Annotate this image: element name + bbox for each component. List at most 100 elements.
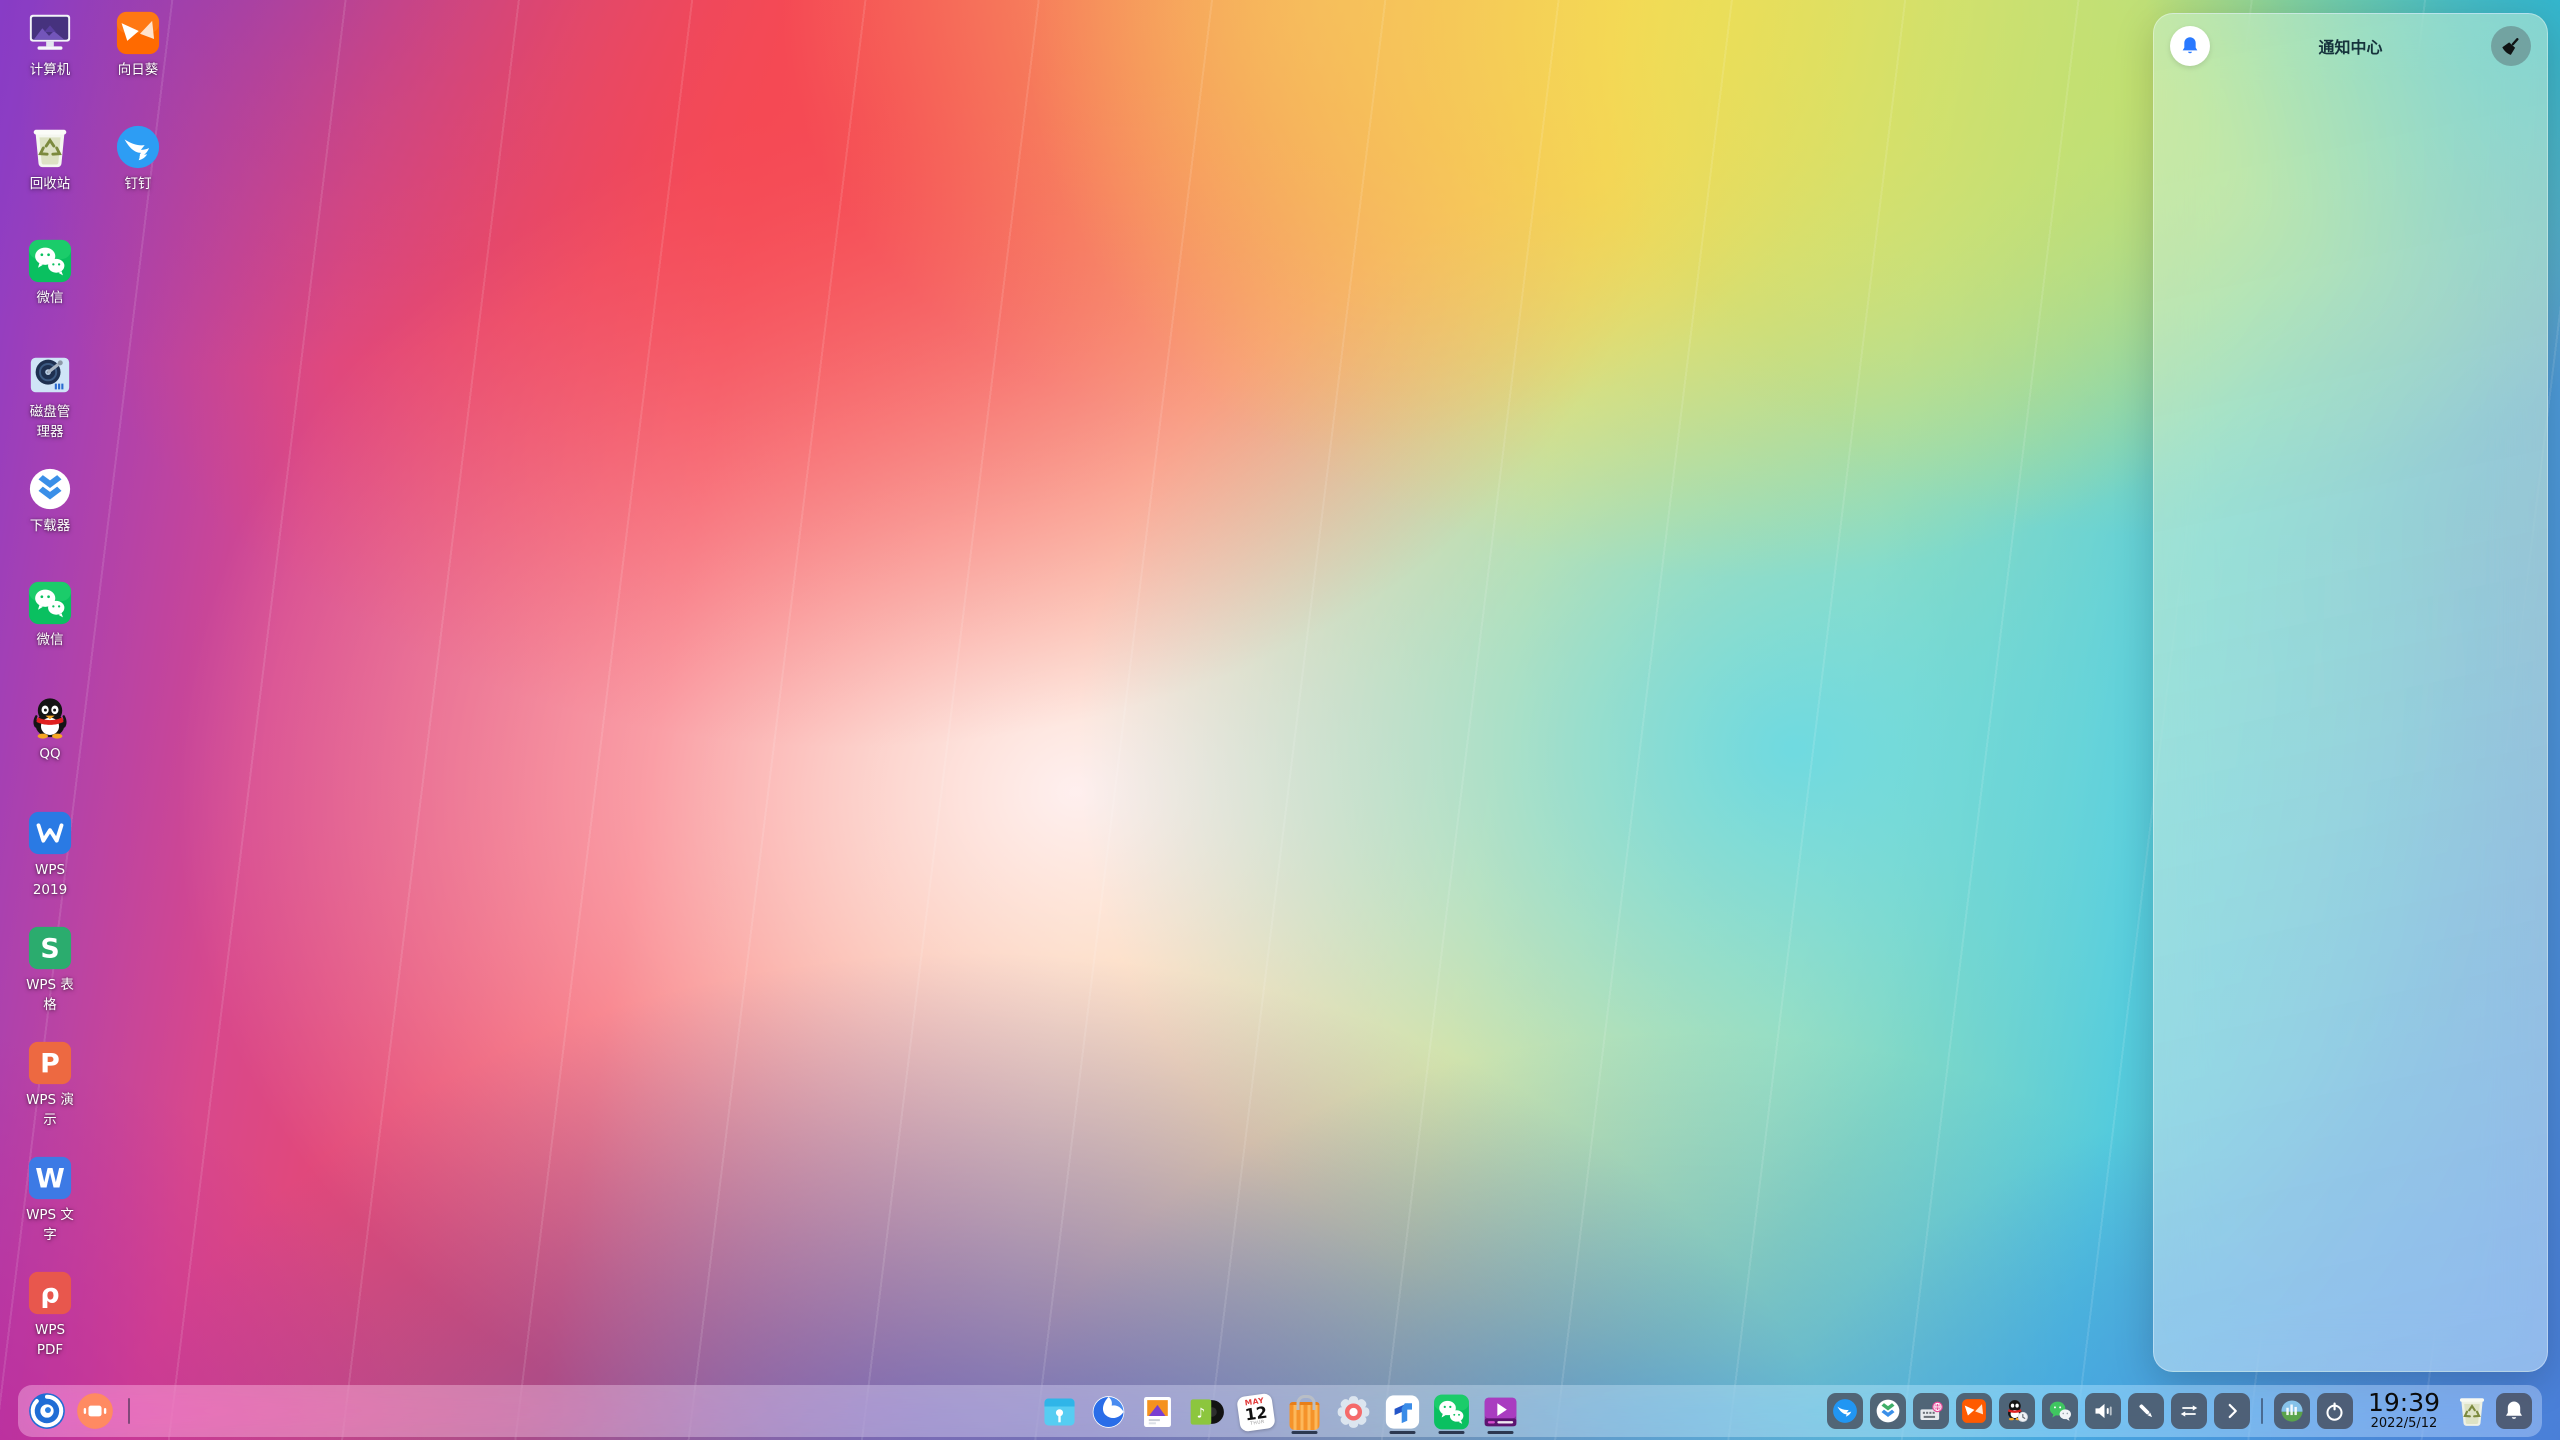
desktop-icon-recycle-bin[interactable]: 回收站 xyxy=(6,124,94,195)
taskbar-divider xyxy=(128,1398,130,1424)
taskbar-recycle-bin[interactable] xyxy=(2455,1393,2489,1429)
wechat-tray-icon xyxy=(2047,1398,2073,1424)
dingtalk-icon xyxy=(115,124,161,170)
desktop-icon-sunflower[interactable]: 向日葵 xyxy=(94,10,182,81)
calendar-icon: MAY 12 THUR xyxy=(1236,1392,1276,1432)
dock-tencent-meeting[interactable] xyxy=(1383,1389,1423,1435)
tray-system-monitor[interactable] xyxy=(2274,1393,2310,1429)
desktop-icon-wechat[interactable]: 微信 xyxy=(6,238,94,309)
bell-icon xyxy=(2502,1399,2526,1423)
tray-downloader[interactable] xyxy=(1870,1393,1906,1429)
multitask-view-icon xyxy=(76,1392,114,1430)
tray-volume[interactable] xyxy=(2085,1393,2121,1429)
dock-music-player[interactable]: ♪ xyxy=(1187,1389,1227,1435)
desktop-icon-label: 钉钉 xyxy=(94,175,182,195)
wps-writer-icon: W xyxy=(27,1155,73,1201)
file-manager-icon xyxy=(1041,1393,1079,1431)
tray-network-switch[interactable] xyxy=(2171,1393,2207,1429)
dock-control-center[interactable] xyxy=(1334,1389,1374,1435)
clear-notifications-button[interactable] xyxy=(2491,26,2531,66)
broom-clear-icon xyxy=(2499,34,2523,58)
desktop-icon-wps-pdf[interactable]: ρ WPSPDF xyxy=(6,1270,94,1360)
running-indicator xyxy=(1488,1431,1514,1435)
dock-app-store[interactable] xyxy=(1285,1389,1325,1435)
running-indicator xyxy=(1439,1431,1465,1435)
desktop-icon-wps-presentation[interactable]: P WPS 演示 xyxy=(6,1040,94,1130)
system-monitor-icon xyxy=(2279,1398,2305,1424)
svg-text:ρ: ρ xyxy=(40,1279,59,1310)
desktop-icon-label: WPSPDF xyxy=(6,1321,94,1360)
svg-text:P: P xyxy=(40,1049,60,1080)
multitask-view-button[interactable] xyxy=(76,1392,114,1430)
computer-icon xyxy=(27,10,73,56)
tray-wechat[interactable] xyxy=(2042,1393,2078,1429)
tray-power[interactable] xyxy=(2317,1393,2353,1429)
image-viewer-icon xyxy=(1139,1393,1177,1431)
desktop-icon-label: 磁盘管理器 xyxy=(6,403,94,442)
tray-qq[interactable] xyxy=(1999,1393,2035,1429)
desktop-icon-disk-manager[interactable]: 磁盘管理器 xyxy=(6,352,94,442)
control-center-gear-icon xyxy=(1335,1393,1373,1431)
wps-pdf-icon: ρ xyxy=(27,1270,73,1316)
notification-bell-button[interactable] xyxy=(2170,26,2210,66)
dock-image-viewer[interactable] xyxy=(1138,1389,1178,1435)
wps-spreadsheet-icon: S xyxy=(27,925,73,971)
tray-dingtalk[interactable] xyxy=(1827,1393,1863,1429)
taskbar-divider xyxy=(2261,1398,2263,1424)
recycle-bin-icon xyxy=(27,124,73,170)
desktop-icon-wps-writer[interactable]: W WPS 文字 xyxy=(6,1155,94,1245)
desktop-icon-label: QQ xyxy=(6,745,94,765)
dock-file-manager[interactable] xyxy=(1040,1389,1080,1435)
taskbar-notification-button[interactable] xyxy=(2496,1393,2532,1429)
screen-pen-icon xyxy=(2134,1399,2158,1423)
desktop-icon-computer[interactable]: 计算机 xyxy=(6,10,94,81)
transfer-arrows-icon xyxy=(2177,1399,2201,1423)
qq-offline-clock-icon xyxy=(2003,1398,2030,1425)
app-store-icon xyxy=(1290,1402,1320,1430)
desktop-icon-wps-2019[interactable]: WPS2019 xyxy=(6,810,94,900)
downloader-tray-icon xyxy=(1875,1398,1901,1424)
chevron-right-icon xyxy=(2220,1399,2244,1423)
notification-center-title: 通知中心 xyxy=(2154,34,2547,58)
wechat-icon xyxy=(27,238,73,284)
music-player-icon: ♪ xyxy=(1188,1393,1226,1431)
dock-calendar[interactable]: MAY 12 THUR xyxy=(1236,1389,1276,1435)
power-icon xyxy=(2322,1399,2347,1424)
notification-center-header: 通知中心 xyxy=(2154,14,2547,78)
running-indicator xyxy=(1390,1431,1416,1435)
desktop-icon-downloader[interactable]: 下载器 xyxy=(6,466,94,537)
desktop-icon-qq[interactable]: QQ xyxy=(6,694,94,765)
dock-browser[interactable] xyxy=(1089,1389,1129,1435)
tray-expand[interactable] xyxy=(2214,1393,2250,1429)
desktop-icon-wps-spreadsheet[interactable]: S WPS 表格 xyxy=(6,925,94,1015)
svg-text:W: W xyxy=(35,1164,65,1195)
disk-manager-icon xyxy=(27,352,73,398)
dock-wechat[interactable] xyxy=(1432,1389,1472,1435)
taskbar-clock[interactable]: 19:39 2022/5/12 xyxy=(2368,1390,2440,1431)
notification-center-panel: 通知中心 xyxy=(2153,13,2548,1372)
qq-penguin-icon xyxy=(27,694,73,740)
desktop-icon-label: 计算机 xyxy=(6,61,94,81)
wps-presentation-icon: P xyxy=(27,1040,73,1086)
desktop-icon-label: 下载器 xyxy=(6,517,94,537)
bell-icon xyxy=(2179,35,2201,57)
taskbar-left-group xyxy=(18,1392,134,1430)
movie-player-icon xyxy=(1482,1393,1520,1431)
desktop-icon-wechat-2[interactable]: 微信 xyxy=(6,580,94,651)
launcher-button[interactable] xyxy=(28,1392,66,1430)
svg-text:S: S xyxy=(40,934,59,965)
taskbar-right-group: 19:39 2022/5/12 xyxy=(1827,1390,2542,1431)
tray-sunflower[interactable] xyxy=(1956,1393,1992,1429)
desktop-icon-dingtalk[interactable]: 钉钉 xyxy=(94,124,182,195)
desktop-icon-label: WPS2019 xyxy=(6,861,94,900)
desktop-icon-label: 回收站 xyxy=(6,175,94,195)
tray-screen-pen[interactable] xyxy=(2128,1393,2164,1429)
desktop-icon-label: WPS 文字 xyxy=(6,1206,94,1245)
wechat-icon xyxy=(27,580,73,626)
dock-movie-player[interactable] xyxy=(1481,1389,1521,1435)
downloader-icon xyxy=(27,466,73,512)
sunflower-tray-icon xyxy=(1961,1398,1987,1424)
tray-input-method[interactable] xyxy=(1913,1393,1949,1429)
desktop-icon-label: 微信 xyxy=(6,289,94,309)
recycle-bin-icon xyxy=(2455,1393,2489,1429)
